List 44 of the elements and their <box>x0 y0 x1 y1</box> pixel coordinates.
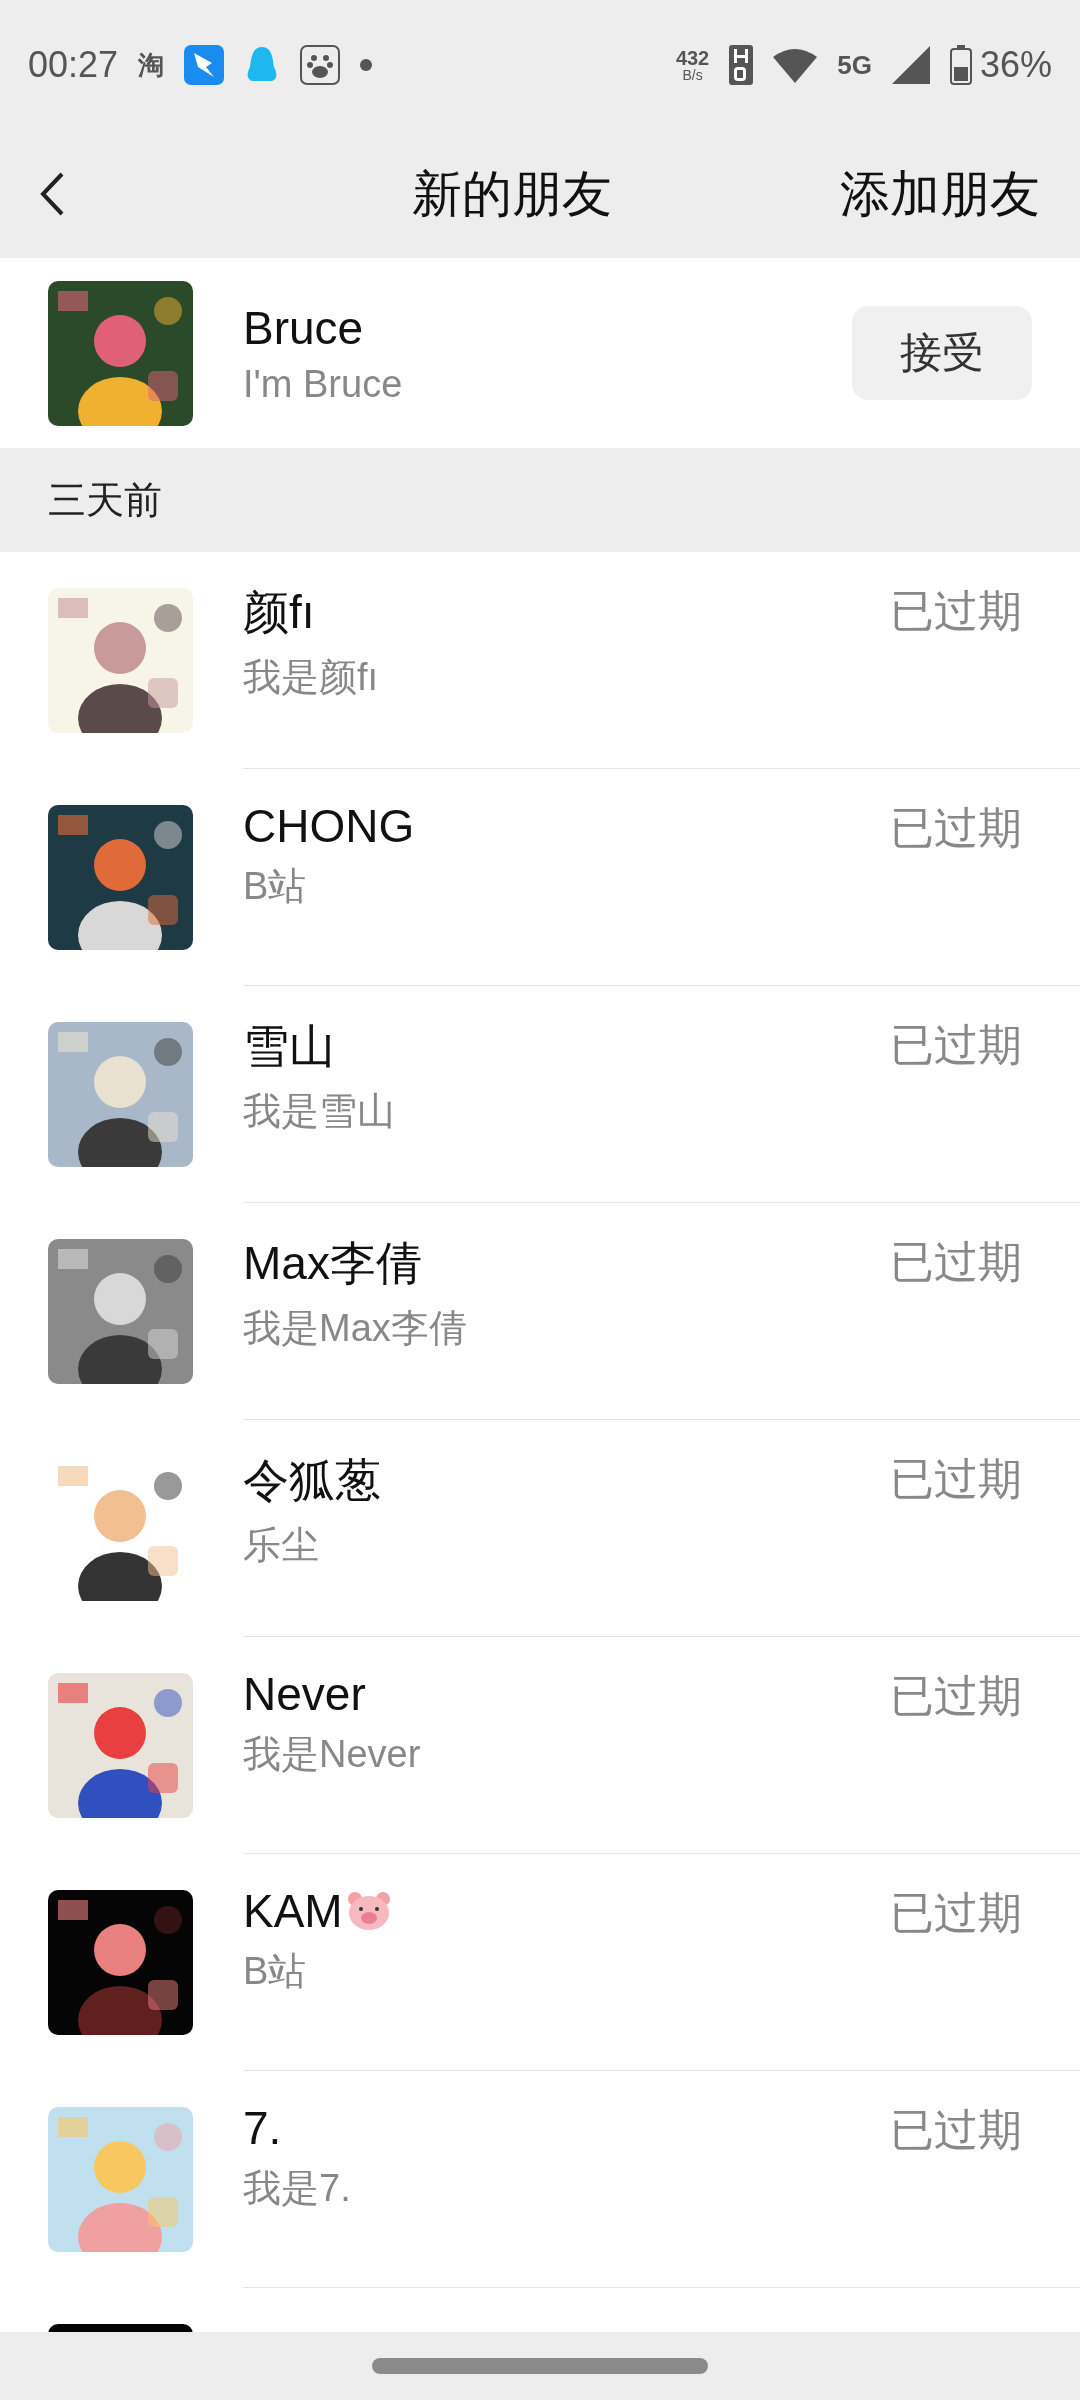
request-message: 我是雪山 <box>243 1089 396 1134</box>
request-message: 乐尘 <box>243 1523 320 1568</box>
add-friend-link[interactable]: 添加朋友 <box>840 160 1040 228</box>
expired-status: 已过期 <box>890 1670 1022 1722</box>
signal-icon <box>891 46 930 84</box>
back-button[interactable] <box>40 172 64 216</box>
expired-status: 已过期 <box>890 2104 1022 2156</box>
request-message: 我是Never <box>243 1732 422 1777</box>
expired-status: 已过期 <box>890 1453 1022 1505</box>
contact-name: Max李倩 <box>243 1236 422 1291</box>
bird-app-icon <box>184 45 225 85</box>
expired-status: 已过期 <box>890 1019 1022 1071</box>
dot-icon <box>360 59 373 71</box>
contact-name: 7. <box>243 2101 282 2155</box>
request-message: B站 <box>243 1949 308 1994</box>
section-header: 三天前 <box>48 477 162 523</box>
request-message: 我是颜fı <box>243 655 380 700</box>
contact-name: KAM <box>243 1884 343 1938</box>
contact-name: 雪山 <box>243 1019 335 1074</box>
contact-name: Bruce <box>243 300 365 355</box>
battery-percent: 36% <box>979 44 1052 86</box>
paw-icon <box>300 45 341 85</box>
request-message: 我是7. <box>243 2166 352 2211</box>
request-message: I'm Bruce <box>243 362 404 406</box>
clock-time: 00:27 <box>28 44 119 86</box>
speed-unit: B/s <box>682 68 703 82</box>
expired-status: 已过期 <box>890 585 1022 637</box>
expired-status: 已过期 <box>890 1887 1022 1939</box>
wifi-icon <box>773 47 818 83</box>
contact-name: 颜fı <box>243 585 315 640</box>
speed-value: 432 <box>675 48 710 68</box>
contact-name: 令狐葱 <box>243 1453 381 1508</box>
contact-name: CHONG <box>243 799 415 853</box>
battery-icon <box>949 45 972 85</box>
request-message: 我是Max李倩 <box>243 1306 468 1351</box>
accept-button[interactable]: 接受 <box>852 306 1032 400</box>
contact-name: Never <box>243 1667 366 1721</box>
network-type: 5G <box>837 49 872 81</box>
request-message: B站 <box>243 864 308 909</box>
expired-status: 已过期 <box>890 802 1022 854</box>
hd-icon <box>729 45 754 85</box>
app-label: 淘 <box>138 48 165 82</box>
expired-status: 已过期 <box>890 1236 1022 1288</box>
page-title: 新的朋友 <box>411 164 613 224</box>
